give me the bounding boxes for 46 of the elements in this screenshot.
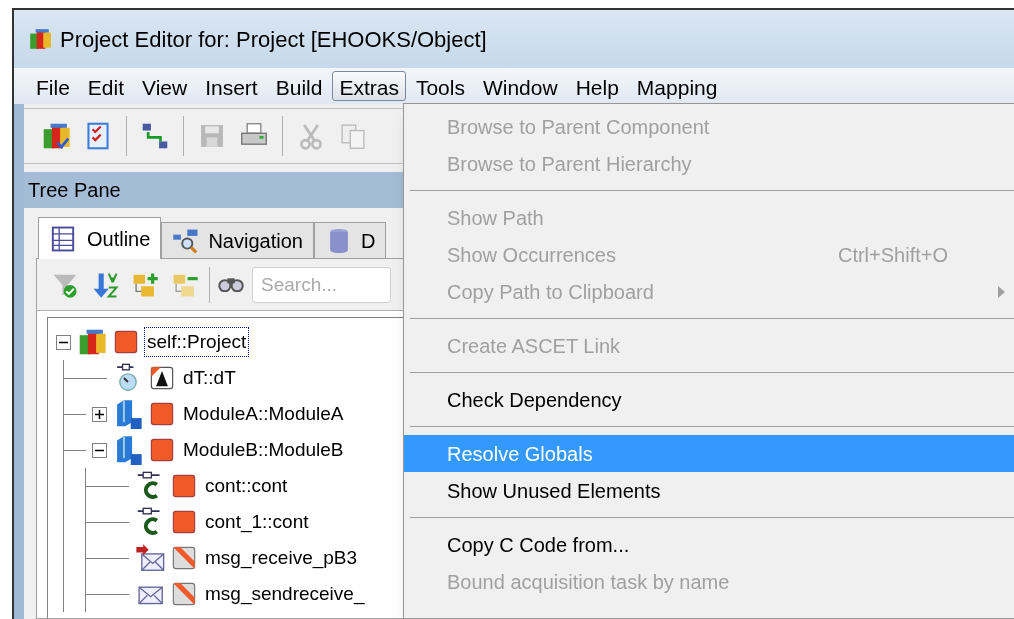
menu-item[interactable]: Insert	[197, 71, 266, 101]
menu-item[interactable]: Mapping	[628, 71, 726, 101]
square-icon	[171, 473, 197, 499]
tree-item[interactable]: self::Project	[145, 327, 249, 357]
square-icon	[113, 329, 139, 355]
expand-icon[interactable]	[92, 406, 107, 422]
menu-item[interactable]: Edit	[79, 71, 133, 101]
cubes-icon	[28, 27, 52, 51]
square-icon	[149, 437, 175, 463]
collapse-icon[interactable]	[56, 334, 71, 350]
menu-item[interactable]: Window	[474, 71, 566, 101]
menu-item[interactable]: Copy C Code from...	[404, 526, 1014, 563]
cubes-icon	[41, 121, 71, 151]
copy-icon	[338, 121, 368, 151]
square-icon	[171, 509, 197, 535]
menu-item[interactable]: View	[134, 71, 196, 101]
envelope-icon	[135, 543, 165, 573]
tab[interactable]: D	[313, 222, 387, 258]
cubes-icon	[77, 327, 107, 357]
window-title: Project Editor for: Project [EHOOKS/Object]	[60, 25, 487, 54]
diagonal-icon	[171, 545, 197, 571]
binoculars-icon	[218, 277, 244, 292]
hierarchy-icon	[140, 121, 170, 151]
menu-item[interactable]: Help	[567, 71, 627, 101]
search-field[interactable]: Search...	[252, 266, 391, 303]
menu-item[interactable]: File	[28, 71, 78, 101]
collapse-icon[interactable]	[92, 442, 107, 458]
tree-item[interactable]: ModuleB::ModuleB	[181, 435, 346, 465]
tab[interactable]: Navigation	[161, 222, 314, 258]
tree-item[interactable]: dT::dT	[181, 363, 238, 393]
menu-item[interactable]: Extras	[332, 71, 406, 101]
menu-item[interactable]: Build	[267, 71, 331, 101]
square-icon	[149, 401, 175, 427]
tab[interactable]: Outline	[38, 217, 162, 259]
outline-icon	[49, 224, 77, 253]
sort-icon	[91, 270, 119, 299]
diagonal-icon	[171, 581, 197, 607]
menu-item[interactable]: Tools	[407, 71, 473, 101]
tree-item[interactable]: cont_1::cont	[203, 507, 311, 537]
tree-item[interactable]: msg_receive_pB3	[203, 543, 360, 573]
menu-item[interactable]: Show Unused Elements	[404, 472, 1014, 509]
shortcut-text: Ctrl+Shift+O	[837, 242, 948, 268]
menu-item[interactable]: Check Dependency	[404, 381, 1014, 418]
tree-item[interactable]: cont::cont	[203, 471, 290, 501]
tree-item[interactable]: ModuleA::ModuleA	[181, 399, 346, 429]
tree-item[interactable]: msg_sendreceive_	[203, 579, 367, 609]
